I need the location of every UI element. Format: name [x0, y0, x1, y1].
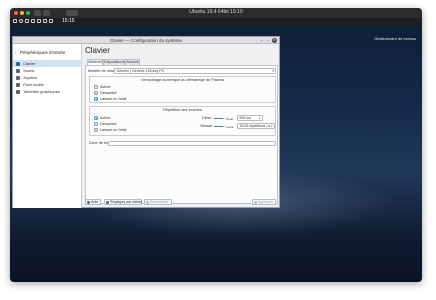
defaults-icon [106, 201, 110, 204]
repeat-unchanged-label: Laisser en l'état [100, 128, 127, 132]
gamepad-icon [16, 75, 20, 80]
numlock-off-label: Désactivé [100, 91, 117, 95]
maximize-icon[interactable]: ▫ [267, 38, 269, 43]
keyboard-icon [16, 61, 20, 66]
rate-value: 25,00 répétitions / s [239, 124, 271, 128]
rate-spinbox[interactable]: 25,00 répétitions / s ⇕ [237, 123, 275, 129]
vm-window-title: Ubuntu 19.4 64bit 19.10 [189, 9, 243, 15]
camera-icon[interactable] [25, 19, 29, 23]
delay-slider-track[interactable] [223, 118, 225, 120]
reset-icon [146, 201, 150, 204]
numlock-on-radio[interactable] [94, 85, 98, 89]
sidebar-item-mouse[interactable]: Souris [13, 67, 82, 74]
apply-button[interactable]: Appliquer [252, 199, 276, 205]
repeat-on-label: Activé [100, 116, 111, 120]
numlock-group-title: Verrouillage numérique au démarrage de P… [141, 78, 224, 82]
vm-titlebar: Ubuntu 19.4 64bit 19.10 [10, 8, 422, 18]
vm-window: Ubuntu 19.4 64bit 19.10 15:15 Gestionnai… [10, 8, 422, 282]
wrench-icon[interactable] [13, 19, 17, 23]
sidebar-item-label: Clavier [23, 61, 36, 66]
sidebar-title: Périphériques d'entrée [20, 50, 66, 55]
page-title: Clavier [85, 46, 110, 55]
sidebar-item-tablet[interactable]: Tablettes graphiques [13, 88, 82, 95]
sidebar-item-label: Pavé tactile [23, 82, 44, 87]
apply-button-label: Appliquer [258, 200, 274, 204]
repeat-on-radio[interactable] [94, 116, 98, 120]
keyboard-model-value: Generic | Generic 105-key PC [116, 69, 165, 73]
screenshot-frame: Ubuntu 19.4 64bit 19.10 15:15 Gestionnai… [0, 0, 436, 300]
mouse-icon [16, 68, 20, 73]
desktop-label: Gestionnaire de bureau [374, 36, 416, 41]
repeat-unchanged-radio[interactable] [94, 128, 98, 132]
spin-arrows-icon[interactable]: ⇕ [270, 124, 273, 128]
touchpad-icon [16, 82, 20, 87]
rate-slider-track[interactable] [223, 126, 225, 128]
help-button-label: Aide [91, 200, 99, 204]
repeat-off-radio[interactable] [94, 122, 98, 126]
help-button[interactable]: Aide [85, 199, 101, 205]
sidebar-item-label: Joystick [23, 75, 38, 80]
lock-icon[interactable] [19, 19, 23, 23]
usb-icon[interactable] [43, 19, 47, 23]
close-icon[interactable]: ✕ [272, 38, 277, 43]
defaults-button-label: Réglages par défaut [110, 200, 143, 204]
numlock-unchanged-label: Laisser en l'état [100, 97, 127, 101]
chevron-down-icon: ▾ [272, 69, 274, 73]
top-panel: 15:15 [10, 18, 422, 25]
minimize-icon[interactable]: – [260, 38, 263, 43]
sidebar-item-joystick[interactable]: Joystick [13, 74, 82, 81]
spin-arrows-icon[interactable]: ⇕ [258, 116, 261, 120]
repeat-group-title: Répétition des touches [163, 108, 202, 112]
numlock-on-label: Activé [100, 85, 111, 89]
numlock-unchanged-radio[interactable] [94, 97, 98, 101]
back-arrow-icon[interactable]: ‹ [15, 50, 17, 55]
settings-titlebar: Clavier — Configuration du système – ▫ ✕ [13, 37, 279, 44]
settings-window: Clavier — Configuration du système – ▫ ✕… [12, 36, 280, 208]
test-area-input[interactable] [108, 140, 276, 146]
delay-label: Délai : [202, 116, 213, 120]
reset-button-label: Réinitialiser [150, 200, 169, 204]
numlock-off-radio[interactable] [94, 91, 98, 95]
rate-slider-fill [214, 126, 223, 128]
delay-min-label: Court [226, 116, 234, 121]
keyboard-model-select[interactable]: Generic | Generic 105-key PC ▾ [114, 68, 276, 74]
delay-value: 600 ms [239, 116, 251, 120]
repeat-off-label: Désactivé [100, 122, 117, 126]
network-icon[interactable] [37, 19, 41, 23]
sidebar: ‹ Périphériques d'entrée Clavier Souris … [13, 44, 82, 208]
settings-window-title: Clavier — Configuration du système [109, 38, 183, 43]
help-icon [87, 201, 91, 204]
defaults-button[interactable]: Réglages par défaut [104, 199, 142, 205]
sidebar-item-keyboard[interactable]: Clavier [13, 60, 82, 67]
desktop: 15:15 Gestionnaire de bureau Clavier — C… [10, 18, 422, 282]
rate-label: Vitesse : [200, 124, 215, 128]
reset-button[interactable]: Réinitialiser [144, 199, 172, 205]
tablet-icon [16, 89, 20, 94]
delay-spinbox[interactable]: 600 ms ⇕ [237, 115, 263, 121]
tab-panel: Modèle de clavier : Generic | Generic 10… [85, 65, 278, 204]
numlock-group: Verrouillage numérique au démarrage de P… [89, 76, 276, 103]
sidebar-item-label: Souris [23, 68, 35, 73]
clock[interactable]: 15:15 [62, 18, 75, 24]
settings-content: Clavier Matériel Dispositions Avancé Mod… [83, 44, 280, 208]
repeat-group: Répétition des touches Activé Désactivé … [89, 106, 276, 136]
delay-slider-fill [214, 118, 223, 120]
sidebar-item-touchpad[interactable]: Pavé tactile [13, 81, 82, 88]
apply-icon [254, 201, 258, 204]
rate-min-label: Lente [226, 124, 234, 129]
display-icon[interactable] [49, 19, 53, 23]
sidebar-item-label: Tablettes graphiques [23, 89, 60, 94]
volume-icon[interactable] [31, 19, 35, 23]
